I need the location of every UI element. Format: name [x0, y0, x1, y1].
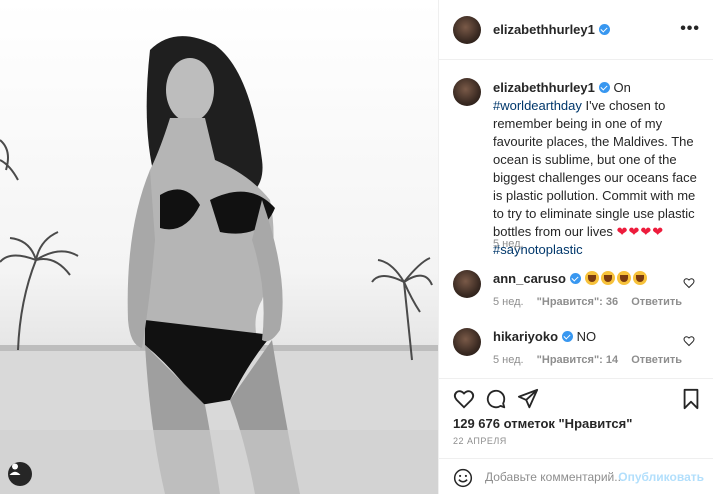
likes-count[interactable]: 129 676 отметок "Нравится" [453, 416, 632, 431]
comment-likes[interactable]: "Нравится": 14 [537, 354, 618, 366]
author-username[interactable]: elizabethhurley1 [493, 22, 610, 37]
post-date[interactable]: 22 АПРЕЛЯ [453, 436, 507, 446]
comment-icon[interactable] [485, 388, 507, 410]
user-tag-icon [9, 463, 21, 475]
like-comment-heart-icon[interactable] [683, 335, 695, 347]
share-icon[interactable] [517, 388, 539, 410]
comment-meta: 5 нед. "Нравится": 14 Ответить [493, 354, 692, 366]
verified-badge-icon [598, 24, 610, 35]
screaming-face-emoji [632, 271, 647, 285]
post-side-panel: elizabethhurley1 ••• elizabethhurley1 On… [438, 0, 713, 494]
add-comment-bar: Добавьте комментарий... Опубликовать [439, 458, 713, 494]
comment: ann_caruso [493, 270, 649, 288]
caption-time[interactable]: 5 нед. [493, 238, 524, 250]
hearts-emoji: ❤❤❤❤ [616, 224, 665, 239]
post-caption: elizabethhurley1 On #worldearthday I've … [493, 79, 699, 259]
post-modal: elizabethhurley1 ••• elizabethhurley1 On… [0, 0, 713, 494]
comment-time[interactable]: 5 нед. [493, 296, 524, 308]
action-bar [439, 378, 713, 418]
comment-username[interactable]: ann_caruso [493, 271, 566, 286]
caption-username[interactable]: elizabethhurley1 [493, 80, 595, 95]
smile-icon[interactable] [453, 468, 473, 488]
caption-text-2: I've chosen to remember being in one of … [493, 98, 697, 239]
reply-button[interactable]: Ответить [631, 296, 682, 308]
caption-avatar[interactable] [453, 78, 481, 106]
publish-button[interactable]: Опубликовать [618, 470, 704, 484]
comment: hikariyoko NO [493, 328, 596, 346]
hashtag-link[interactable]: #worldearthday [493, 98, 582, 113]
caption-text-1: On [613, 80, 631, 95]
comment-text: NO [576, 329, 597, 344]
screaming-face-emoji [584, 271, 599, 285]
verified-badge-icon [598, 82, 610, 93]
post-photo[interactable] [0, 0, 438, 494]
author-username-text[interactable]: elizabethhurley1 [493, 22, 595, 37]
photo-illustration [0, 36, 438, 494]
more-options-button[interactable]: ••• [680, 20, 700, 38]
post-header: elizabethhurley1 ••• [439, 0, 713, 60]
comment-avatar[interactable] [453, 328, 481, 356]
comment-time[interactable]: 5 нед. [493, 354, 524, 366]
comment-avatar[interactable] [453, 270, 481, 298]
screaming-face-emoji [600, 271, 615, 285]
author-avatar[interactable] [453, 16, 481, 44]
reply-button[interactable]: Ответить [631, 354, 682, 366]
add-comment-input[interactable]: Добавьте комментарий... [485, 470, 624, 484]
like-comment-heart-icon[interactable] [683, 277, 695, 289]
screaming-face-emoji [616, 271, 631, 285]
verified-badge-icon [562, 331, 574, 342]
bookmark-icon[interactable] [680, 388, 702, 410]
comment-meta: 5 нед. "Нравится": 36 Ответить [493, 296, 692, 308]
verified-badge-icon [569, 273, 581, 284]
tagged-users-button[interactable] [8, 462, 32, 486]
heart-icon[interactable] [453, 388, 475, 410]
comment-likes[interactable]: "Нравится": 36 [537, 296, 618, 308]
caption-meta: 5 нед. [493, 238, 534, 250]
comment-username[interactable]: hikariyoko [493, 329, 558, 344]
